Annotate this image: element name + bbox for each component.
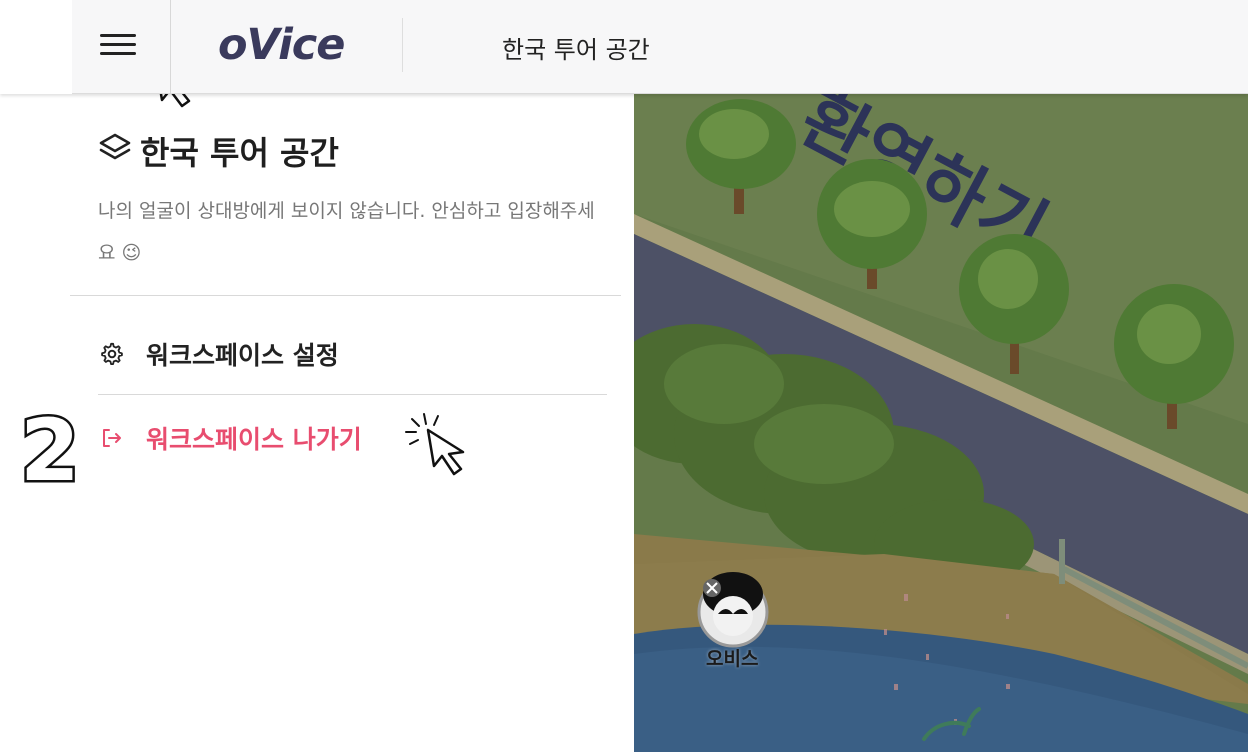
exit-icon bbox=[100, 426, 124, 450]
topbar-left-area bbox=[0, 0, 72, 94]
leave-workspace-label: 워크스페이스 나가기 bbox=[146, 425, 362, 454]
space-name-title: 한국 투어 공간 bbox=[502, 36, 650, 64]
layers-icon bbox=[98, 132, 132, 170]
top-bar: oVice 한국 투어 공간 bbox=[0, 0, 1248, 94]
menu-divider bbox=[70, 295, 621, 296]
topbar-divider bbox=[170, 0, 171, 94]
svg-text:2: 2 bbox=[20, 401, 80, 490]
hamburger-menu-icon[interactable] bbox=[100, 32, 138, 56]
workspace-settings-label: 워크스페이스 설정 bbox=[146, 341, 339, 370]
space-description: 나의 얼굴이 상대방에게 보이지 않습니다. 안심하고 입장해주세요 😉 bbox=[98, 200, 595, 264]
space-heading: 한국 투어 공간 bbox=[98, 128, 339, 174]
space-title-text: 한국 투어 공간 bbox=[140, 134, 339, 172]
menu-divider bbox=[98, 394, 607, 395]
workspace-settings-button[interactable]: 워크스페이스 설정 bbox=[100, 336, 339, 372]
step-2-badge: 2 bbox=[16, 398, 96, 504]
avatar-icon bbox=[697, 572, 769, 648]
gear-icon bbox=[100, 342, 124, 366]
topbar-divider bbox=[402, 18, 403, 72]
leave-workspace-button[interactable]: 워크스페이스 나가기 bbox=[100, 420, 362, 456]
avatar-name-label: 오비스 bbox=[706, 648, 759, 670]
pointer-cursor-icon bbox=[402, 410, 484, 484]
ovice-logo[interactable]: oVice bbox=[218, 20, 345, 70]
